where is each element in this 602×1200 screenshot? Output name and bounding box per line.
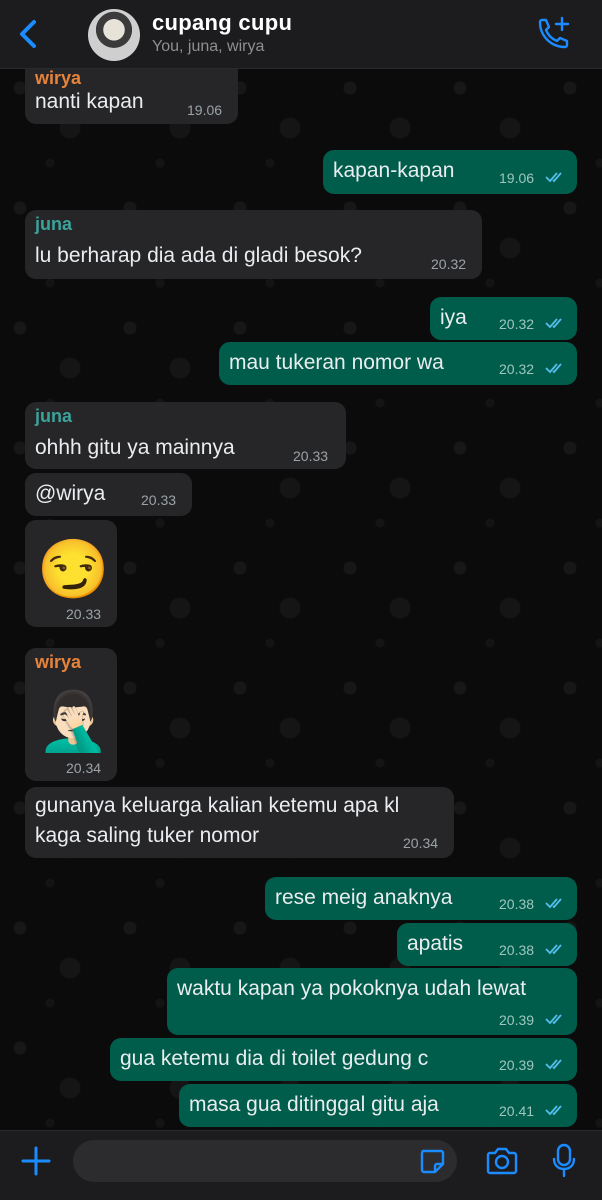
add-call-icon[interactable] [534,16,572,52]
message-text: ohhh gitu ya mainnya [35,436,235,459]
back-chevron-icon[interactable] [14,16,44,52]
read-receipt-icon [545,1105,562,1116]
sender-name: wirya [35,68,82,88]
message-time: 20.33 [293,448,329,464]
read-receipt-icon [545,363,562,374]
message-time: 20.32 [499,361,535,377]
message-text: gua ketemu dia di toilet gedung c [120,1047,429,1070]
message-time: 20.38 [499,942,535,958]
message-text: masa gua ditinggal gitu aja [189,1093,439,1116]
sender-name: juna [35,214,73,234]
sender-name: wirya [35,652,82,672]
message-time: 20.39 [499,1057,535,1073]
message-text-line-2: kaga saling tuker nomor [35,824,260,847]
chat-header: cupang cupu You, juna, wirya [0,0,602,69]
read-receipt-icon [545,1014,562,1025]
smirk-emoji: 😏 [37,537,110,602]
chat-participants[interactable]: You, juna, wirya [152,38,264,56]
message-bubble-incoming[interactable]: gunanya keluarga kalian ketemu apa kl ka… [25,787,454,858]
message-bubble-incoming[interactable]: juna lu berharap dia ada di gladi besok?… [25,210,482,279]
message-time: 20.32 [499,316,535,332]
message-text: lu berharap dia ada di gladi besok? [35,244,362,267]
read-receipt-icon [545,1059,562,1070]
message-bubble-outgoing[interactable]: mau tukeran nomor wa 20.32 [219,342,577,385]
read-receipt-icon [545,172,562,183]
message-time: 20.32 [431,256,467,272]
chat-messages-area[interactable]: wirya nanti kapan 19.06 kapan-kapan 19.0… [0,68,602,1130]
message-text: waktu kapan ya pokoknya udah lewat [177,977,527,1000]
message-bubble-outgoing[interactable]: gua ketemu dia di toilet gedung c 20.39 [110,1038,577,1081]
message-bubble-outgoing[interactable]: iya 20.32 [430,297,577,340]
plus-icon[interactable] [20,1145,52,1177]
message-time: 19.06 [187,102,223,118]
message-bubble-incoming[interactable]: juna ohhh gitu ya mainnya 20.33 [25,402,346,469]
camera-icon[interactable] [485,1146,519,1176]
message-text-line-1: gunanya keluarga kalian ketemu apa kl [35,794,400,817]
microphone-icon[interactable] [552,1143,576,1179]
sticker-icon[interactable] [418,1147,446,1175]
read-receipt-icon [545,898,562,909]
message-bubble-incoming[interactable]: @wirya 20.33 [25,473,192,516]
message-text: mau tukeran nomor wa [229,351,444,374]
message-time: 20.41 [499,1103,535,1119]
message-bubble-outgoing[interactable]: apatis 20.38 [397,923,577,966]
facepalm-emoji: 🤦🏻‍♂️ [37,689,110,754]
emoji-message-bubble[interactable]: 😏 20.33 [25,520,117,627]
message-text: kapan-kapan [333,159,455,182]
message-time: 20.38 [499,896,535,912]
message-text: nanti kapan [35,90,144,113]
message-composer-bar [0,1130,602,1200]
message-text: rese meig anaknya [275,886,453,909]
message-bubble-outgoing[interactable]: rese meig anaknya 20.38 [265,877,577,920]
message-time: 20.39 [499,1012,535,1028]
read-receipt-icon [545,944,562,955]
message-text: iya [440,306,467,329]
message-text: apatis [407,932,464,955]
message-time: 20.33 [66,606,102,622]
chat-title[interactable]: cupang cupu [152,10,292,36]
message-time: 20.33 [141,492,177,508]
message-time: 20.34 [403,835,439,851]
read-receipt-icon [545,318,562,329]
message-time: 20.34 [66,760,102,776]
message-mention[interactable]: @wirya [35,482,105,506]
message-input[interactable] [73,1140,457,1182]
sender-name: juna [35,406,73,426]
message-bubble-outgoing[interactable]: kapan-kapan 19.06 [323,150,577,194]
emoji-message-bubble[interactable]: wirya 🤦🏻‍♂️ 20.34 [25,648,117,781]
group-avatar[interactable] [88,9,140,61]
message-bubble-outgoing[interactable]: waktu kapan ya pokoknya udah lewat 20.39 [167,968,577,1035]
message-bubble-outgoing[interactable]: masa gua ditinggal gitu aja 20.41 [179,1084,577,1127]
message-bubble-incoming[interactable]: wirya nanti kapan 19.06 [25,68,238,124]
message-time: 19.06 [499,170,535,186]
